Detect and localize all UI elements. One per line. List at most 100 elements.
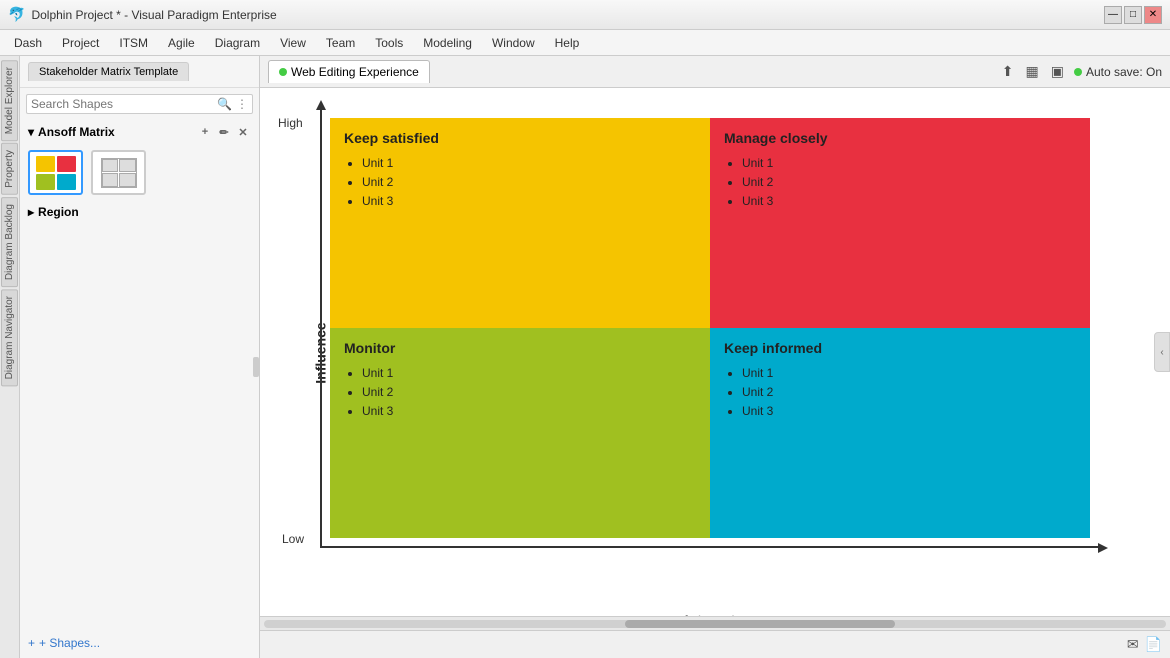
add-shapes-label: + Shapes... bbox=[39, 636, 100, 650]
q-title-keep-informed: Keep informed bbox=[724, 340, 1076, 356]
list-item: Unit 2 bbox=[742, 383, 1076, 402]
shapes-grid bbox=[20, 144, 259, 201]
axis-line-horizontal bbox=[320, 546, 1100, 548]
export-icon[interactable]: ⬆ bbox=[1000, 61, 1016, 82]
list-item: Unit 1 bbox=[742, 154, 1076, 173]
menu-project[interactable]: Project bbox=[52, 32, 109, 54]
search-input[interactable] bbox=[31, 97, 217, 111]
menu-window[interactable]: Window bbox=[482, 32, 545, 54]
right-collapse-handle[interactable]: ‹ bbox=[1154, 332, 1170, 372]
maximize-button[interactable]: □ bbox=[1124, 6, 1142, 24]
minimize-button[interactable]: — bbox=[1104, 6, 1122, 24]
q-list-monitor: Unit 1 Unit 2 Unit 3 bbox=[344, 364, 696, 422]
section-actions: + ✏ ✕ bbox=[197, 124, 251, 140]
autosave-label: Auto save: On bbox=[1086, 65, 1162, 79]
autosave-dot bbox=[1074, 68, 1082, 76]
web-editing-tab[interactable]: Web Editing Experience bbox=[268, 60, 430, 83]
quadrant-keep-satisfied[interactable]: Keep satisfied Unit 1 Unit 2 Unit 3 bbox=[330, 118, 710, 328]
table-grid bbox=[101, 158, 137, 188]
title-bar: 🐬 Dolphin Project * - Visual Paradigm En… bbox=[0, 0, 1170, 30]
email-icon[interactable]: ✉ bbox=[1127, 636, 1139, 653]
color-grid bbox=[36, 156, 76, 190]
list-item: Unit 2 bbox=[362, 383, 696, 402]
autosave-status: Auto save: On bbox=[1074, 65, 1162, 79]
chevron-right-icon: ▸ bbox=[28, 205, 34, 219]
chevron-down-icon: ▾ bbox=[28, 125, 34, 139]
list-item: Unit 1 bbox=[362, 364, 696, 383]
menu-modeling[interactable]: Modeling bbox=[413, 32, 482, 54]
ansoff-section-header[interactable]: ▾ Ansoff Matrix + ✏ ✕ bbox=[20, 120, 259, 144]
arrow-right bbox=[1098, 543, 1108, 553]
canvas-area[interactable]: High Influence Low Interest Low High bbox=[260, 88, 1170, 616]
toolbar-right: ⬆ ▦ ▣ Auto save: On bbox=[1000, 61, 1162, 82]
q-title-keep-satisfied: Keep satisfied bbox=[344, 130, 696, 146]
more-icon[interactable]: ⋮ bbox=[236, 97, 248, 111]
q-list-keep-informed: Unit 1 Unit 2 Unit 3 bbox=[724, 364, 1076, 422]
toolbar-row: Web Editing Experience ⬆ ▦ ▣ Auto save: … bbox=[260, 56, 1170, 88]
list-item: Unit 1 bbox=[742, 364, 1076, 383]
left-tabs: Model Explorer Property Diagram Backlog … bbox=[0, 56, 20, 658]
menu-diagram[interactable]: Diagram bbox=[205, 32, 270, 54]
menu-team[interactable]: Team bbox=[316, 32, 365, 54]
section-title: Ansoff Matrix bbox=[38, 125, 115, 139]
tab-diagram-navigator[interactable]: Diagram Navigator bbox=[1, 289, 18, 386]
main-layout: Model Explorer Property Diagram Backlog … bbox=[0, 56, 1170, 658]
menu-agile[interactable]: Agile bbox=[158, 32, 205, 54]
q-title-monitor: Monitor bbox=[344, 340, 696, 356]
menu-bar: Dash Project ITSM Agile Diagram View Tea… bbox=[0, 30, 1170, 56]
horizontal-scrollbar[interactable] bbox=[260, 616, 1170, 630]
window-controls: — □ ✕ bbox=[1104, 6, 1162, 24]
plus-icon: + bbox=[28, 636, 35, 650]
y-axis-low-label: Low bbox=[282, 532, 304, 546]
scrollbar-thumb[interactable] bbox=[625, 620, 896, 628]
tab-label: Web Editing Experience bbox=[291, 65, 419, 79]
y-axis-high-label: High bbox=[278, 116, 303, 130]
menu-tools[interactable]: Tools bbox=[365, 32, 413, 54]
arrow-up bbox=[316, 100, 326, 110]
quadrant-manage-closely[interactable]: Manage closely Unit 1 Unit 2 Unit 3 bbox=[710, 118, 1090, 328]
list-item: Unit 2 bbox=[742, 173, 1076, 192]
shape-thumb-table[interactable] bbox=[91, 150, 146, 195]
tab-diagram-backlog[interactable]: Diagram Backlog bbox=[1, 197, 18, 287]
close-section-btn[interactable]: ✕ bbox=[235, 124, 251, 140]
x-axis-label: Interest bbox=[685, 612, 736, 616]
region-section-header[interactable]: ▸ Region bbox=[20, 201, 259, 223]
sidebar-header: Stakeholder Matrix Template bbox=[20, 56, 259, 88]
list-item: Unit 2 bbox=[362, 173, 696, 192]
menu-view[interactable]: View bbox=[270, 32, 316, 54]
list-item: Unit 1 bbox=[362, 154, 696, 173]
q-title-manage-closely: Manage closely bbox=[724, 130, 1076, 146]
menu-itsm[interactable]: ITSM bbox=[109, 32, 158, 54]
edit-section-btn[interactable]: ✏ bbox=[216, 124, 232, 140]
menu-help[interactable]: Help bbox=[545, 32, 590, 54]
quadrant-grid: Keep satisfied Unit 1 Unit 2 Unit 3 Mana… bbox=[330, 118, 1090, 538]
quadrant-keep-informed[interactable]: Keep informed Unit 1 Unit 2 Unit 3 bbox=[710, 328, 1090, 538]
status-bar: ✉ 📄 bbox=[260, 630, 1170, 658]
tab-property[interactable]: Property bbox=[1, 143, 18, 195]
search-icon[interactable]: 🔍 bbox=[217, 97, 232, 111]
search-bar: 🔍 ⋮ bbox=[26, 94, 253, 114]
doc-icon[interactable]: 📄 bbox=[1145, 636, 1162, 653]
q-list-keep-satisfied: Unit 1 Unit 2 Unit 3 bbox=[344, 154, 696, 212]
region-label: Region bbox=[38, 205, 79, 219]
breadcrumb[interactable]: Stakeholder Matrix Template bbox=[28, 62, 189, 81]
add-shapes-button[interactable]: + + Shapes... bbox=[20, 628, 259, 658]
list-item: Unit 3 bbox=[742, 402, 1076, 421]
shape-thumb-color-grid[interactable] bbox=[28, 150, 83, 195]
panel-icon[interactable]: ▣ bbox=[1049, 61, 1066, 82]
tab-dot bbox=[279, 68, 287, 76]
list-item: Unit 3 bbox=[362, 402, 696, 421]
scrollbar-track[interactable] bbox=[264, 620, 1166, 628]
menu-dash[interactable]: Dash bbox=[4, 32, 52, 54]
list-item: Unit 3 bbox=[362, 192, 696, 211]
sidebar-resize-handle[interactable] bbox=[253, 357, 259, 377]
close-button[interactable]: ✕ bbox=[1144, 6, 1162, 24]
q-list-manage-closely: Unit 1 Unit 2 Unit 3 bbox=[724, 154, 1076, 212]
sidebar: Stakeholder Matrix Template 🔍 ⋮ ▾ Ansoff… bbox=[20, 56, 260, 658]
grid-icon[interactable]: ▦ bbox=[1023, 61, 1040, 82]
quadrant-monitor[interactable]: Monitor Unit 1 Unit 2 Unit 3 bbox=[330, 328, 710, 538]
app-icon: 🐬 bbox=[8, 6, 25, 23]
content-area: Web Editing Experience ⬆ ▦ ▣ Auto save: … bbox=[260, 56, 1170, 658]
add-section-btn[interactable]: + bbox=[197, 124, 213, 140]
tab-model-explorer[interactable]: Model Explorer bbox=[1, 60, 18, 141]
